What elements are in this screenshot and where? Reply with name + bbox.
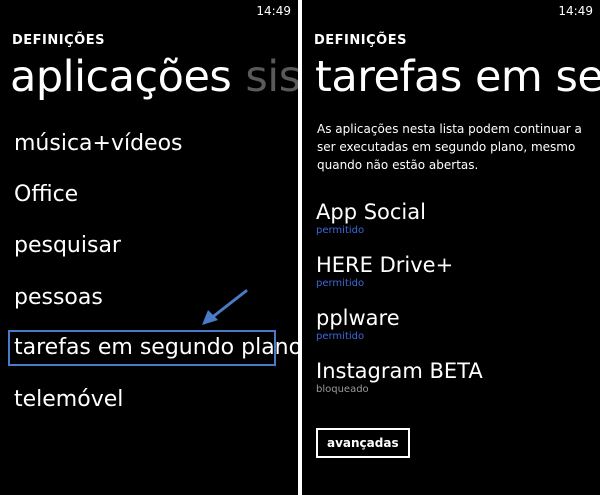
app-list-item[interactable]: Instagram BETA bloqueado	[316, 358, 483, 396]
app-list-item[interactable]: App Social permitido	[316, 199, 426, 237]
background-tasks-screen: 14:49 DEFINIÇÕES tarefas em segundo plan…	[302, 0, 600, 495]
app-title: DEFINIÇÕES	[12, 33, 105, 48]
menu-item-phone[interactable]: telemóvel	[14, 387, 123, 412]
app-status: permitido	[316, 331, 365, 342]
app-name: App Social	[316, 200, 426, 224]
app-status: permitido	[316, 225, 365, 236]
pivot-tab-system[interactable]: sistema	[245, 52, 298, 102]
menu-item-people[interactable]: pessoas	[14, 285, 103, 310]
pivot-header: aplicações sistema	[10, 52, 298, 102]
app-status: bloqueado	[316, 384, 369, 395]
description-text: As aplicações nesta lista podem continua…	[317, 122, 582, 172]
status-bar-clock: 14:49	[558, 4, 593, 18]
app-name: HERE Drive+	[316, 253, 454, 277]
app-title: DEFINIÇÕES	[314, 33, 407, 48]
highlight-box	[8, 330, 276, 366]
settings-applications-screen: 14:49 DEFINIÇÕES aplicações sistema músic…	[0, 0, 298, 495]
menu-item-music-videos[interactable]: música+vídeos	[14, 131, 183, 156]
app-list-item[interactable]: HERE Drive+ permitido	[316, 252, 453, 290]
menu-item-search[interactable]: pesquisar	[14, 233, 121, 258]
app-name: Instagram BETA	[316, 359, 483, 383]
status-bar-clock: 14:49	[256, 4, 291, 18]
menu-item-office[interactable]: Office	[14, 182, 78, 207]
app-status: permitido	[316, 278, 365, 289]
pivot-tab-applications[interactable]: aplicações	[10, 52, 232, 102]
page-title: tarefas em segundo plano	[315, 52, 600, 102]
app-name: pplware	[316, 306, 400, 330]
app-list-item[interactable]: pplware permitido	[316, 305, 400, 343]
pointer-arrow-icon	[202, 289, 248, 325]
advanced-button[interactable]: avançadas	[316, 428, 410, 458]
